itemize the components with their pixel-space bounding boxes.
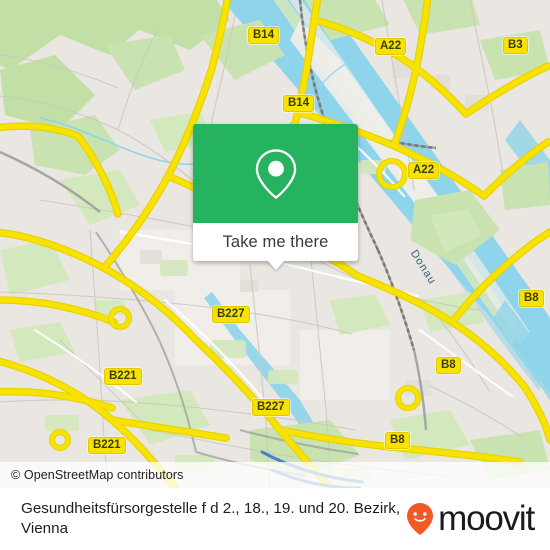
road-shield-b8-mid: B8 [436, 357, 461, 374]
callout-pin-area [193, 124, 358, 223]
road-shield-b227-upper: B227 [212, 306, 250, 323]
road-shield-a22-north: A22 [375, 38, 407, 55]
road-shield-b8-east: B8 [519, 290, 544, 307]
callout-tail [266, 260, 285, 270]
footer-bar: Gesundheitsfürsorgestelle f d 2., 18., 1… [0, 488, 550, 550]
callout-action-area[interactable]: Take me there [193, 223, 358, 270]
road-shield-a22-mid: A22 [408, 162, 440, 179]
place-callout-card[interactable]: Take me there [193, 124, 358, 270]
road-shield-b14-north: B14 [248, 27, 280, 44]
map-attribution-bar: © OpenStreetMap contributors [0, 462, 550, 488]
moovit-wordmark: moovit [438, 499, 535, 538]
road-shield-b221-upper: B221 [104, 368, 142, 385]
road-shield-b221-lower: B221 [88, 437, 126, 454]
moovit-pin-icon [407, 503, 434, 535]
osm-attribution-text[interactable]: © OpenStreetMap contributors [0, 468, 184, 482]
road-shield-b227-lower: B227 [252, 399, 290, 416]
road-shield-b3: B3 [503, 37, 528, 54]
moovit-map-screenshot: .land { fill:#eae6e1; } .park { fill:#c9… [0, 0, 550, 550]
location-pin-icon [255, 148, 296, 199]
road-shield-b14-mid: B14 [283, 95, 315, 112]
moovit-logo[interactable]: moovit [405, 499, 550, 538]
place-title: Gesundheitsfürsorgestelle f d 2., 18., 1… [21, 500, 401, 537]
road-shield-b8-south: B8 [385, 432, 410, 449]
take-me-there-label: Take me there [222, 232, 329, 251]
map-viewport[interactable]: .land { fill:#eae6e1; } .park { fill:#c9… [0, 0, 550, 488]
